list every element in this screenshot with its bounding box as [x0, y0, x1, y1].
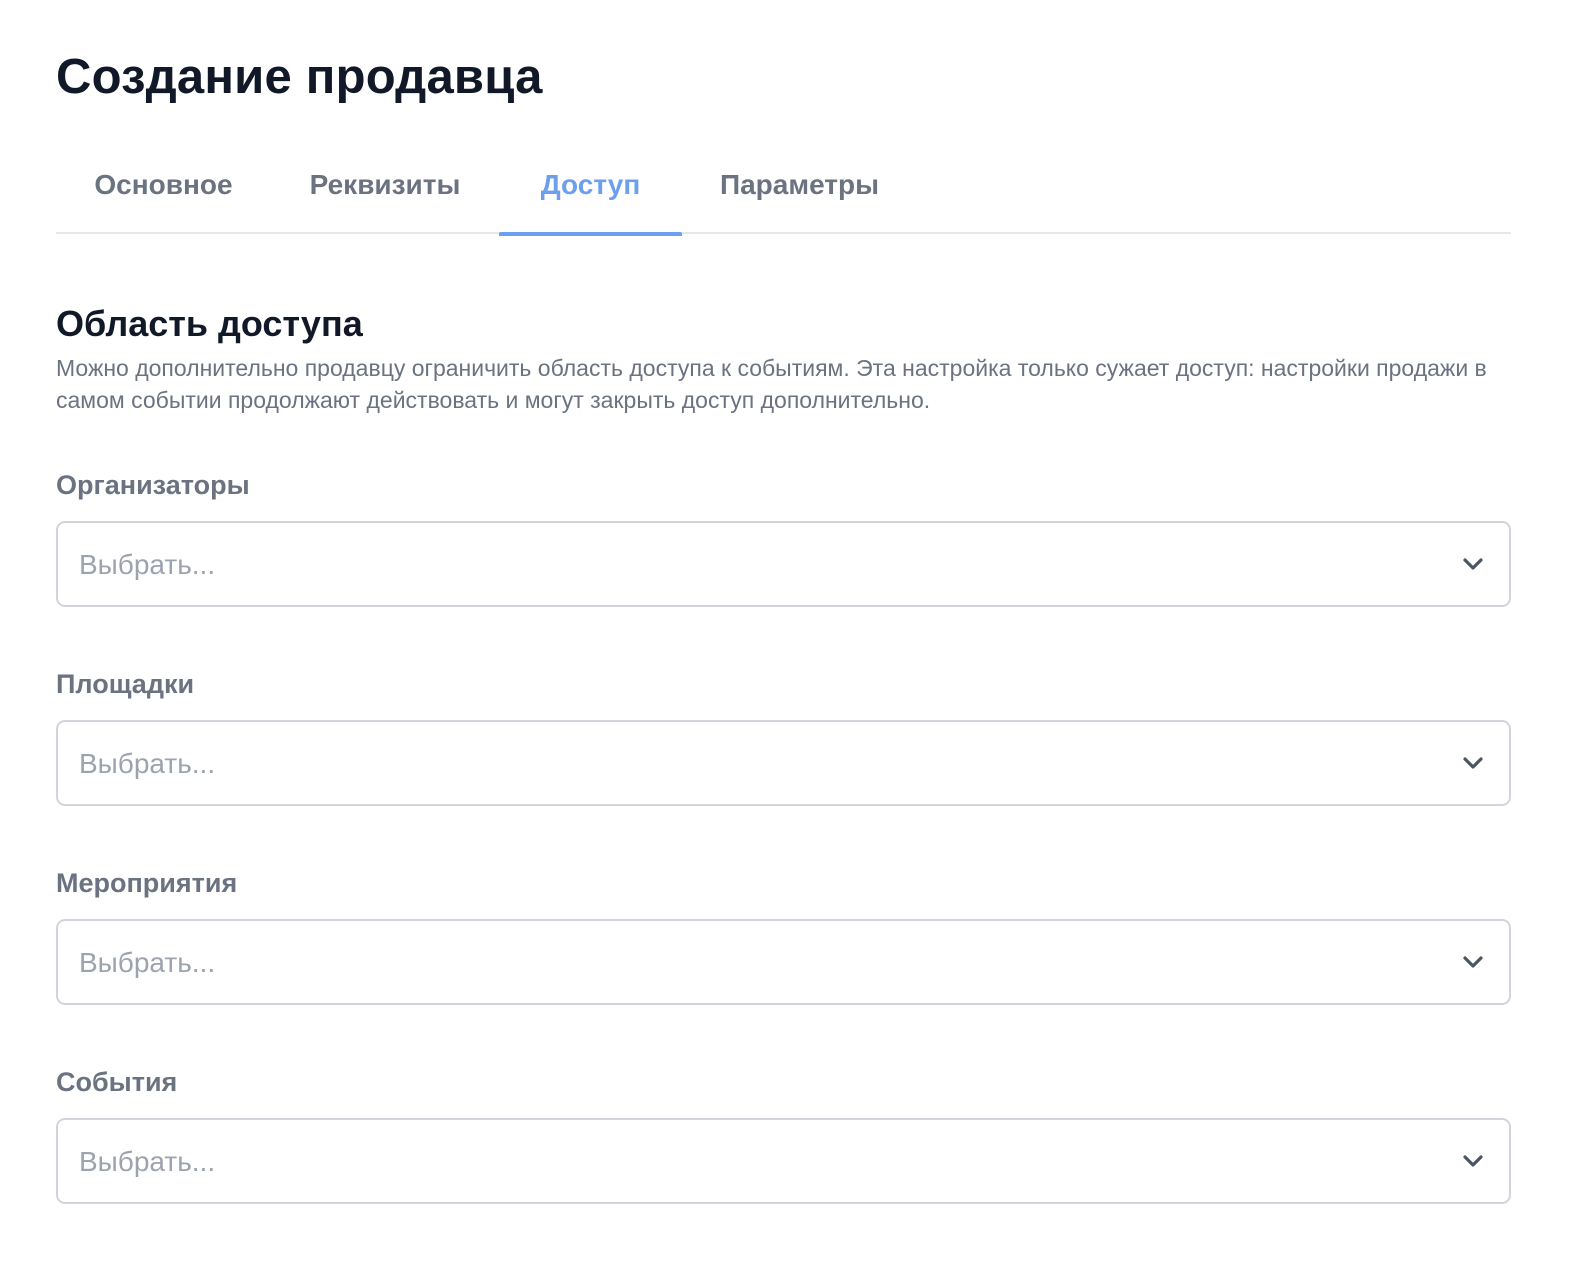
venues-select[interactable]: Выбрать... [56, 720, 1511, 806]
events-label: События [56, 1067, 178, 1097]
activities-select[interactable]: Выбрать... [56, 919, 1511, 1005]
chevron-down-icon [1461, 753, 1485, 773]
tab-main-label: Основное [94, 169, 233, 200]
tab-requisites-label: Реквизиты [309, 169, 461, 200]
tab-bar: Основное Реквизиты Доступ Параметры [56, 150, 1511, 236]
chevron-down-icon [1461, 554, 1485, 574]
organizers-label: Организаторы [56, 470, 250, 500]
tab-access-label: Доступ [540, 169, 641, 200]
tab-parameters-label: Параметры [719, 169, 880, 200]
page-title: Создание продавца [56, 50, 543, 104]
tab-access[interactable]: Доступ [499, 150, 682, 236]
events-placeholder: Выбрать... [79, 1146, 216, 1177]
organizers-select[interactable]: Выбрать... [56, 521, 1511, 607]
section-description: Можно дополнительно продавцу ограничить … [56, 355, 1487, 413]
venues-label: Площадки [56, 669, 195, 699]
tab-requisites[interactable]: Реквизиты [271, 150, 499, 234]
activities-label: Мероприятия [56, 868, 238, 898]
activities-placeholder: Выбрать... [79, 947, 216, 978]
tab-parameters[interactable]: Параметры [682, 150, 917, 234]
tab-main[interactable]: Основное [56, 150, 271, 234]
section-title: Область доступа [56, 303, 363, 344]
events-select[interactable]: Выбрать... [56, 1118, 1511, 1204]
chevron-down-icon [1461, 1151, 1485, 1171]
organizers-placeholder: Выбрать... [79, 549, 216, 580]
venues-placeholder: Выбрать... [79, 748, 216, 779]
chevron-down-icon [1461, 952, 1485, 972]
